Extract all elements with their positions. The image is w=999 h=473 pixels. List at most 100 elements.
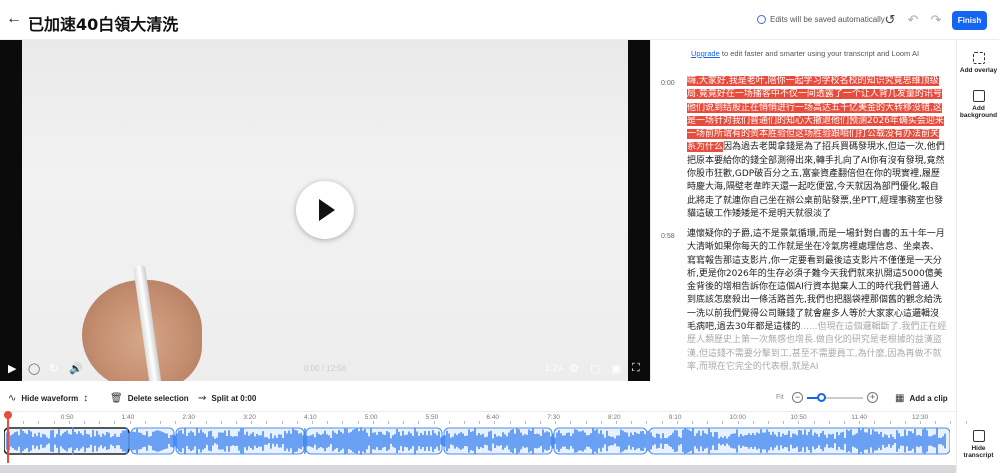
volume-icon[interactable]: 🔊 <box>69 362 83 375</box>
timeline-tick <box>388 421 389 424</box>
timeline-tick <box>494 421 496 424</box>
timeline-tick <box>737 421 739 424</box>
timeline-tick <box>433 421 435 424</box>
timeline-tick <box>722 421 724 424</box>
timeline-ruler[interactable]: 00:501:402:303:204:105:005:506:407:308:2… <box>0 411 967 424</box>
speed-control[interactable]: 1.2× <box>545 363 563 373</box>
settings-icon[interactable]: ⚙ <box>569 362 579 375</box>
timeline-tick <box>646 421 648 424</box>
timeline-tick <box>904 421 906 424</box>
timeline-tick <box>190 421 192 424</box>
timeline-tick <box>296 421 298 424</box>
transcript-panel: Upgrade to edit faster and smarter using… <box>650 40 956 381</box>
timeline-tick <box>874 421 876 424</box>
waveform-icon: ∿ <box>8 393 17 404</box>
timeline-tick <box>114 421 116 424</box>
transcript-paragraph[interactable]: 連懷疑你的子爵,這不是景氣循環,而是一場針對白書的五十年一月大清晰如果你每天的工… <box>687 228 947 374</box>
timeline-tick <box>600 421 602 424</box>
right-sidebar: Add overlay Add background Hide transcri… <box>956 40 999 473</box>
timeline-tick <box>813 421 815 424</box>
timeline-tick <box>555 421 557 424</box>
timeline-tick <box>707 421 709 424</box>
video-player[interactable]: ▶ ◯ ↻ 🔊 0:00 / 12:56 1.2× ⚙ ▢ ▣ ⛶ <box>0 40 650 381</box>
image-icon <box>972 90 985 102</box>
timeline-tick <box>372 421 374 424</box>
add-background-button[interactable]: Add background <box>957 90 999 119</box>
timeline-tick-label: 11:40 <box>851 414 867 421</box>
timeline-tick <box>464 421 465 424</box>
transcript-text[interactable]: 連懷疑你的子爵,這不是景氣循環,而是一場針對白書的五十年一月大清晰如果你每天的工… <box>687 229 945 332</box>
split-button[interactable]: ⇝ Split at 0:00 <box>198 393 256 404</box>
timeline-tick <box>828 421 830 424</box>
undo-icon[interactable]: ↶ <box>906 13 920 27</box>
timeline-tick <box>23 421 25 424</box>
timeline-tick <box>251 421 253 424</box>
timestamp[interactable]: 0:00 <box>661 80 675 87</box>
timeline-tick-label: 5:50 <box>425 414 439 421</box>
delete-selection-button[interactable]: 🗑 Delete selection <box>110 393 189 404</box>
play-button[interactable] <box>296 181 354 239</box>
timeline-tick <box>570 421 572 424</box>
timeline-tick-label: 12:30 <box>912 414 929 421</box>
zoom-out-icon[interactable]: − <box>792 392 803 403</box>
captions-icon[interactable]: ▢ <box>590 362 600 375</box>
pip-icon[interactable]: ▣ <box>611 362 621 375</box>
timeline-tick <box>129 421 131 424</box>
zoom-in-icon[interactable]: + <box>867 392 878 403</box>
video-time: 0:00 / 12:56 <box>304 364 347 373</box>
audio-waveform[interactable] <box>4 427 950 455</box>
timestamp[interactable]: 0:58 <box>661 233 675 240</box>
timeline-tick <box>99 421 101 424</box>
fit-button[interactable]: Fit <box>776 394 784 401</box>
timeline-scrollbar[interactable] <box>0 465 956 473</box>
play-icon[interactable]: ▶ <box>8 362 16 375</box>
timeline-tick <box>768 421 769 424</box>
timeline-tick <box>935 421 937 424</box>
timeline-tick <box>889 421 891 424</box>
timeline-tick <box>844 421 845 424</box>
timeline-tick <box>920 421 921 424</box>
timeline-tick <box>160 421 161 424</box>
trash-icon: 🗑 <box>110 393 123 404</box>
hide-transcript-button[interactable]: Hide transcript <box>957 430 999 459</box>
add-overlay-button[interactable]: Add overlay <box>957 52 999 74</box>
autosave-text: Edits will be saved automatically <box>770 15 885 24</box>
redo-icon[interactable]: ↷ <box>929 13 943 27</box>
upgrade-link[interactable]: Upgrade <box>691 49 720 58</box>
timeline-tick <box>950 421 952 424</box>
zoom-slider[interactable]: − + <box>792 392 878 404</box>
timeline-tick <box>236 421 237 424</box>
transcript-text[interactable]: 因為過去老闆拿錢是為了招兵買碼發現水,但這一次,他們把原本要給你的錢全部測得出來… <box>687 142 945 218</box>
replay-icon[interactable]: ↻ <box>49 362 58 375</box>
finish-button[interactable]: Finish <box>952 11 987 30</box>
playhead[interactable] <box>4 411 12 463</box>
fullscreen-icon[interactable]: ⛶ <box>632 362 640 375</box>
autosave-status: Edits will be saved automatically <box>757 15 885 24</box>
selected-text[interactable]: 嗨,大家好,我是老叶,陪你一起学习学校名校的知识究竟思维顶级局.竟竟好在一场播客… <box>687 76 944 153</box>
transcript-paragraph[interactable]: 嗨,大家好,我是老叶,陪你一起学习学校名校的知识究竟思维顶级局.竟竟好在一场播客… <box>687 75 947 221</box>
info-icon <box>757 15 766 24</box>
timeline-tick-label: 7:30 <box>547 414 560 421</box>
upgrade-banner: Upgrade to edit faster and smarter using… <box>691 49 919 58</box>
sort-icon: ↕ <box>83 393 89 404</box>
timeline-tick <box>220 421 222 424</box>
rewind-icon[interactable]: ◯ <box>28 362 40 375</box>
hide-transcript-label: Hide transcript <box>963 445 994 459</box>
timeline-tick <box>616 421 617 424</box>
timeline-tick <box>418 421 420 424</box>
timeline-tick <box>752 421 754 424</box>
timeline-tick <box>144 421 146 424</box>
zoom-knob[interactable] <box>817 393 826 402</box>
back-arrow-icon[interactable]: ← <box>6 11 22 27</box>
timeline-tick <box>205 421 207 424</box>
timeline-tick <box>479 421 481 424</box>
hide-waveform-button[interactable]: ∿ Hide waveform ↕ <box>8 393 88 404</box>
timeline-tick <box>509 421 511 424</box>
split-label: Split at 0:00 <box>211 394 257 403</box>
history-icon[interactable]: ↺ <box>883 13 897 27</box>
timeline-tick <box>281 421 283 424</box>
upgrade-text: to edit faster and smarter using your tr… <box>719 49 920 58</box>
timeline-tick <box>403 421 405 424</box>
add-clip-button[interactable]: ▦ Add a clip <box>895 393 948 404</box>
timeline-tick <box>448 421 450 424</box>
